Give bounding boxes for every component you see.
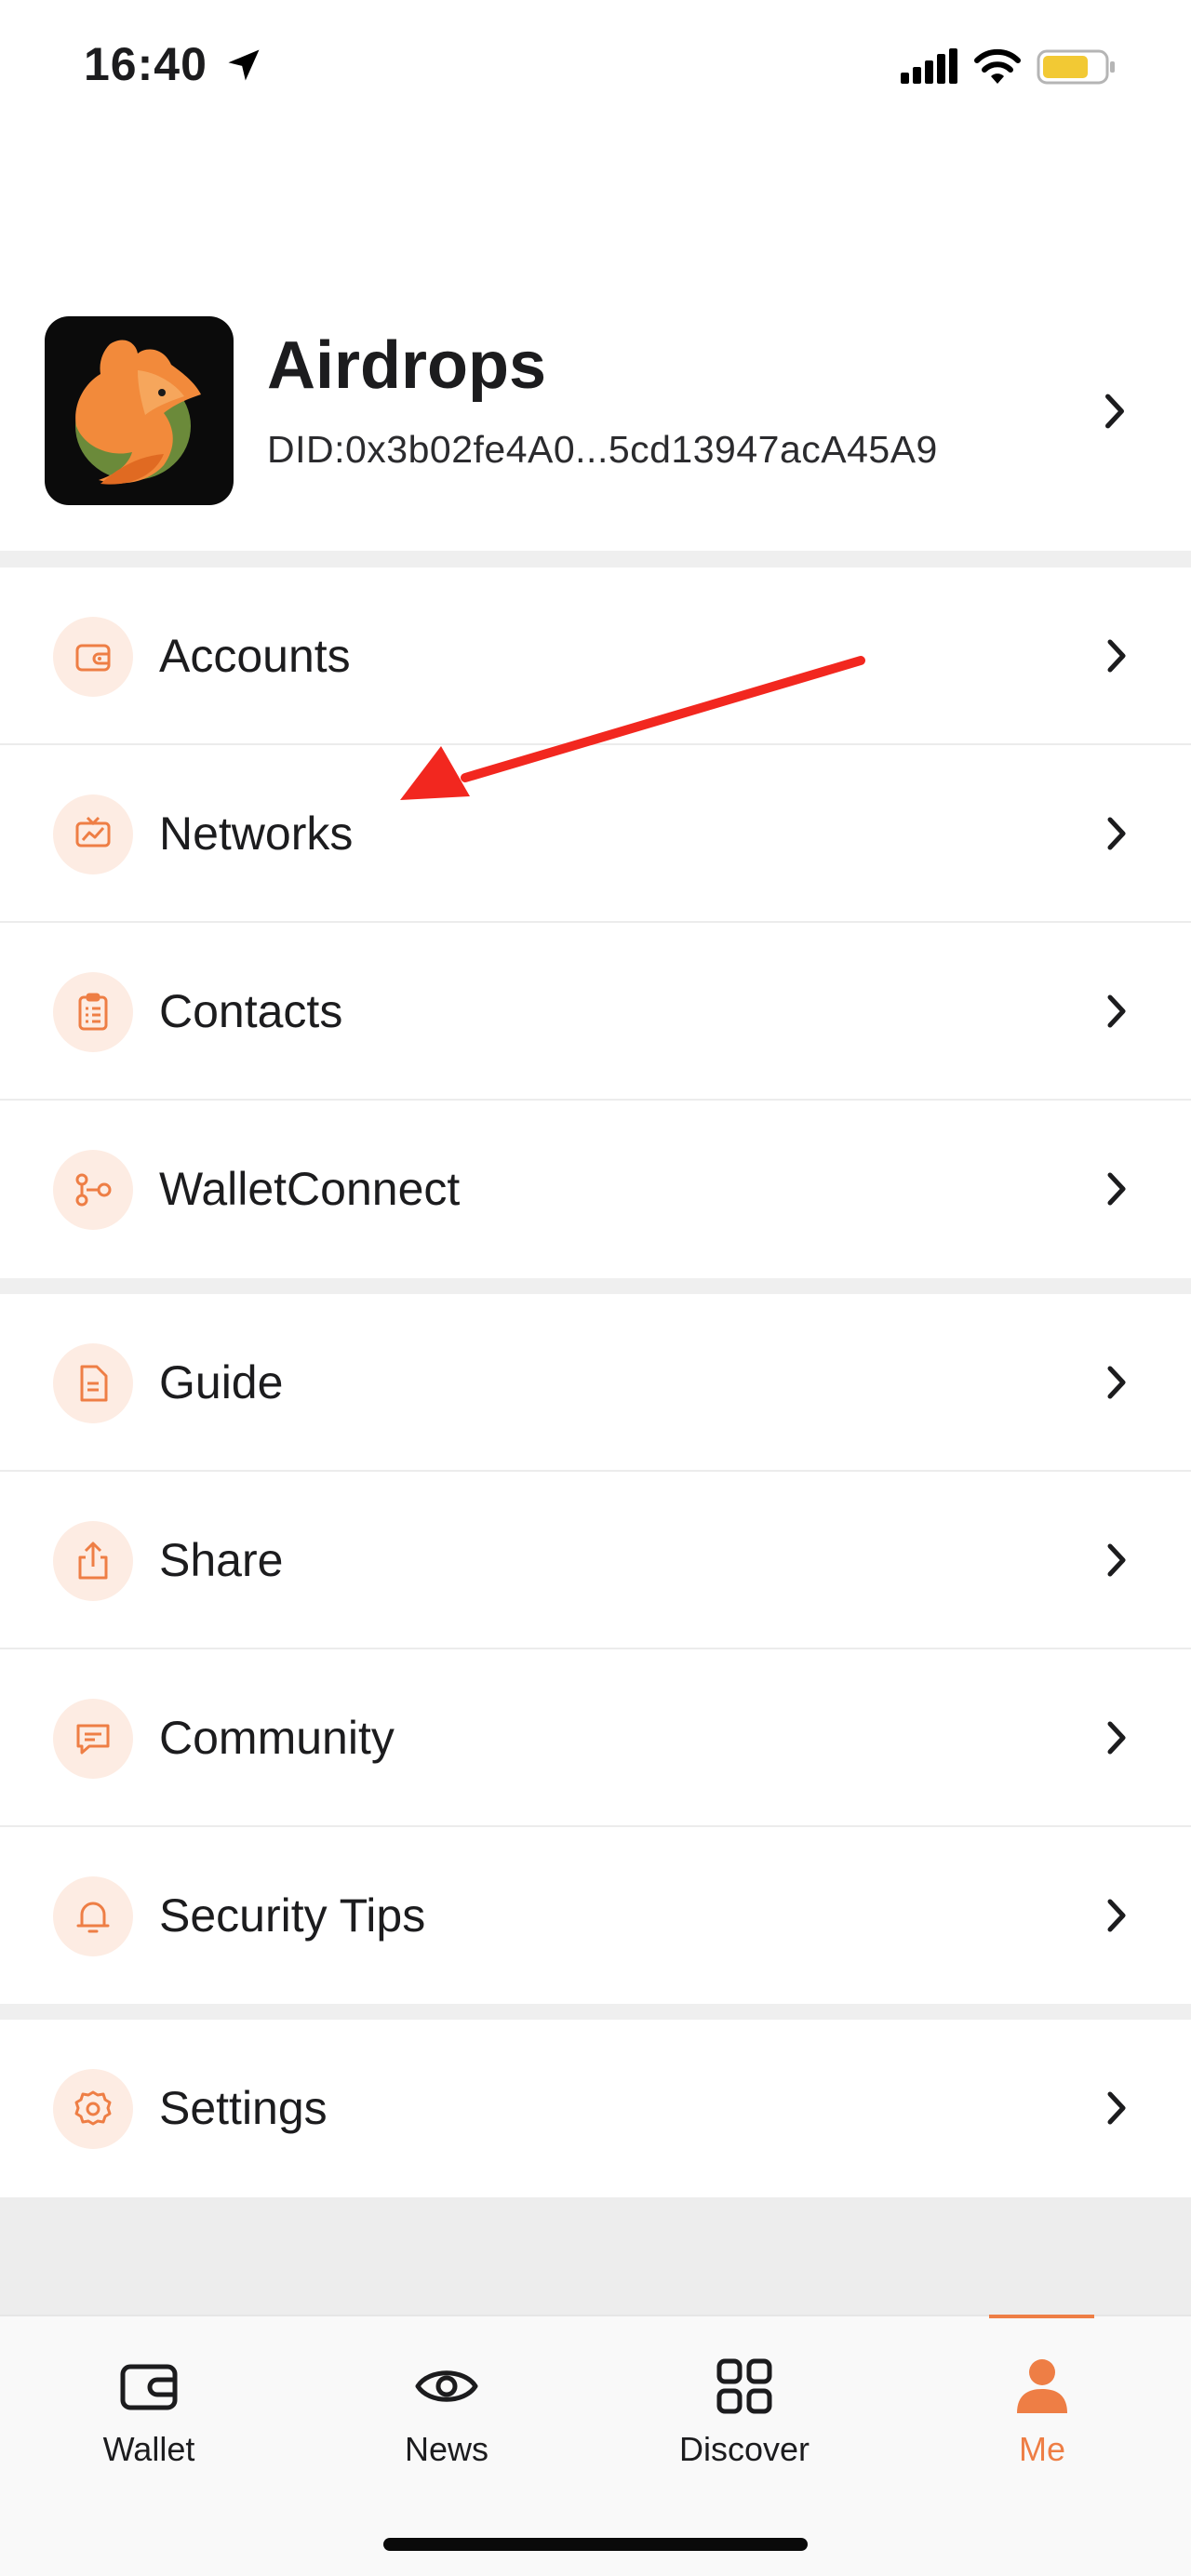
tab-label: Wallet xyxy=(102,2430,195,2468)
gear-icon xyxy=(53,2069,133,2149)
chevron-right-icon xyxy=(1105,394,1124,429)
menu-item-community[interactable]: Community xyxy=(0,1649,1191,1827)
tab-label: Me xyxy=(1018,2430,1065,2468)
profile-did: DID:0x3b02fe4A0...5cd13947acA45A9 xyxy=(267,428,938,471)
chevron-right-icon xyxy=(1107,1543,1126,1577)
menu-item-guide[interactable]: Guide xyxy=(0,1294,1191,1472)
home-indicator xyxy=(383,2538,808,2551)
tab-bar: Wallet News Discover Me xyxy=(0,2315,1191,2576)
menu-item-contacts[interactable]: Contacts xyxy=(0,923,1191,1101)
section-divider xyxy=(0,1278,1191,1294)
document-icon xyxy=(53,1343,133,1423)
bell-icon xyxy=(53,1876,133,1956)
clipboard-list-icon xyxy=(53,972,133,1052)
chevron-right-icon xyxy=(1107,1172,1126,1206)
menu-item-label: Security Tips xyxy=(159,1889,426,1942)
fox-logo-avatar xyxy=(45,316,234,505)
wallet-icon xyxy=(120,2364,178,2410)
person-icon xyxy=(1017,2359,1067,2413)
section-divider xyxy=(0,2004,1191,2020)
tab-label: Discover xyxy=(678,2430,810,2468)
network-chart-icon xyxy=(53,794,133,874)
signal-icon xyxy=(901,48,957,84)
grid-icon xyxy=(716,2358,772,2414)
menu-item-security-tips[interactable]: Security Tips xyxy=(0,1827,1191,2005)
menu-item-networks[interactable]: Networks xyxy=(0,745,1191,923)
connect-nodes-icon xyxy=(53,1150,133,1230)
chevron-right-icon xyxy=(1107,994,1126,1028)
menu-group-primary: Accounts Networks Contacts WalletConnect xyxy=(0,567,1191,1278)
status-bar: 16:40 xyxy=(0,0,1191,140)
wifi-icon xyxy=(974,48,1021,84)
menu-item-accounts[interactable]: Accounts xyxy=(0,567,1191,745)
menu-group-secondary: Guide Share Community Security Tips xyxy=(0,1294,1191,2005)
profile-header[interactable]: Airdrops DID:0x3b02fe4A0...5cd13947acA45… xyxy=(0,307,1191,551)
menu-item-walletconnect[interactable]: WalletConnect xyxy=(0,1101,1191,1278)
section-divider xyxy=(0,551,1191,567)
profile-name: Airdrops xyxy=(267,328,547,403)
wallet-icon xyxy=(53,617,133,697)
chevron-right-icon xyxy=(1107,1899,1126,1932)
chevron-right-icon xyxy=(1107,1366,1126,1399)
chevron-right-icon xyxy=(1107,817,1126,850)
empty-area xyxy=(0,2197,1191,2315)
menu-item-label: Contacts xyxy=(159,985,343,1037)
tab-discover[interactable]: Discover xyxy=(596,2316,893,2503)
status-time: 16:40 xyxy=(84,38,207,90)
tab-label: News xyxy=(404,2430,489,2468)
menu-item-label: Networks xyxy=(159,808,354,860)
menu-item-settings[interactable]: Settings xyxy=(0,2020,1191,2197)
chevron-right-icon xyxy=(1107,1721,1126,1755)
eye-icon xyxy=(415,2370,478,2402)
menu-item-share[interactable]: Share xyxy=(0,1472,1191,1649)
menu-item-label: Accounts xyxy=(159,630,351,682)
battery-icon xyxy=(1037,49,1115,85)
menu-item-label: Share xyxy=(159,1534,284,1586)
chevron-right-icon xyxy=(1107,2091,1126,2125)
menu-group-settings: Settings xyxy=(0,2020,1191,2197)
location-arrow-icon xyxy=(228,49,260,81)
tab-me[interactable]: Me xyxy=(893,2316,1191,2503)
menu-item-label: Guide xyxy=(159,1356,284,1408)
chevron-right-icon xyxy=(1107,639,1126,673)
tab-news[interactable]: News xyxy=(298,2316,596,2503)
menu-item-label: Settings xyxy=(159,2082,328,2134)
menu-item-label: WalletConnect xyxy=(159,1163,461,1215)
share-icon xyxy=(53,1521,133,1601)
menu-item-label: Community xyxy=(159,1712,395,1764)
tab-wallet[interactable]: Wallet xyxy=(0,2316,298,2503)
chat-icon xyxy=(53,1699,133,1779)
